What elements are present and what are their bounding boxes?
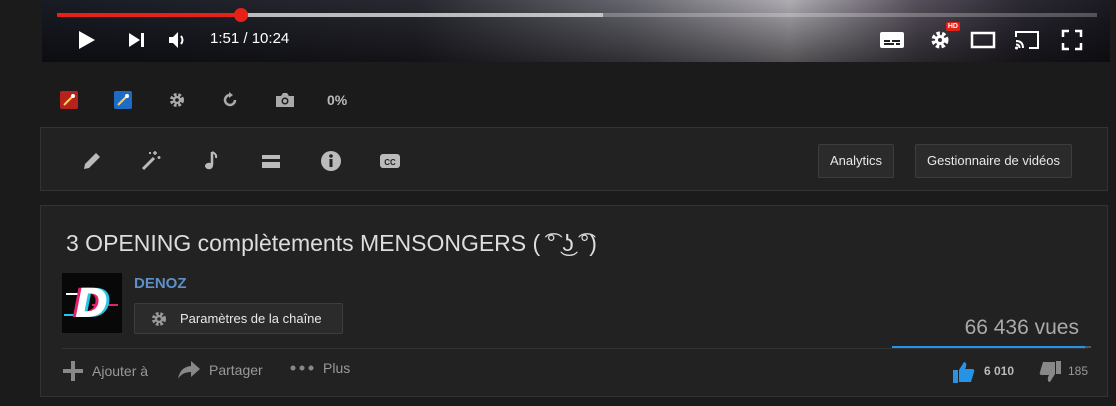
more-label: Plus	[323, 360, 351, 376]
dislike-count: 185	[1068, 364, 1089, 378]
fullscreen-button[interactable]	[1058, 27, 1086, 53]
share-label: Partager	[209, 362, 263, 378]
loop-icon[interactable]	[221, 91, 239, 114]
theater-icon	[970, 31, 996, 49]
play-button[interactable]	[76, 28, 98, 52]
time-separator: /	[243, 30, 248, 47]
divider	[62, 348, 1088, 349]
gear-icon	[150, 310, 168, 331]
next-icon	[129, 33, 144, 47]
channel-settings-button[interactable]: Paramètres de la chaîne	[134, 303, 343, 334]
plus-icon	[63, 361, 83, 381]
share-button[interactable]: Partager	[177, 360, 263, 380]
current-time: 1:51	[210, 30, 240, 47]
magic-wand-icon[interactable]	[140, 150, 162, 177]
video-manager-button[interactable]: Gestionnaire de vidéos	[915, 144, 1072, 178]
red-magic-wand-icon[interactable]	[60, 91, 78, 114]
thumbs-down-icon	[1039, 361, 1061, 382]
time-display: 1:51 / 10:24	[210, 30, 289, 47]
progress-handle[interactable]	[234, 8, 249, 22]
pencil-icon[interactable]	[81, 150, 103, 177]
duration: 10:24	[251, 30, 290, 47]
next-button[interactable]	[127, 30, 147, 50]
add-to-button[interactable]: Ajouter à	[62, 360, 148, 382]
video-info-panel: 3 OPENING complètements MENSONGERS ( ͡° …	[40, 205, 1108, 397]
settings-button[interactable]: HD	[926, 22, 960, 54]
subtitles-button[interactable]	[878, 27, 906, 53]
creator-tools-panel: CC Analytics Gestionnaire de vidéos	[40, 127, 1108, 191]
cast-button[interactable]	[1012, 27, 1042, 53]
cc-icon[interactable]: CC	[379, 150, 401, 177]
music-note-icon[interactable]	[202, 150, 220, 177]
volume-icon	[169, 32, 184, 48]
add-to-label: Ajouter à	[92, 363, 149, 379]
play-icon	[79, 31, 95, 49]
more-dots-icon	[290, 365, 314, 371]
channel-name-link[interactable]: DENOZ	[134, 275, 187, 292]
progress-bar[interactable]	[57, 8, 1097, 22]
gear-icon	[931, 31, 949, 49]
like-button[interactable]	[952, 360, 976, 389]
more-button[interactable]: Plus	[289, 360, 350, 376]
gear-icon[interactable]	[168, 91, 186, 114]
analytics-button[interactable]: Analytics	[818, 144, 895, 178]
avatar-letter: D	[75, 281, 109, 327]
svg-text:CC: CC	[384, 158, 396, 167]
card-icon[interactable]	[260, 150, 282, 177]
progress-percent: 0%	[327, 92, 348, 108]
blue-magic-wand-icon[interactable]	[114, 91, 132, 114]
hd-badge: HD	[945, 22, 960, 31]
share-icon	[178, 361, 200, 379]
volume-button[interactable]	[167, 29, 189, 51]
fullscreen-icon	[1061, 29, 1083, 51]
channel-settings-label: Paramètres de la chaîne	[180, 311, 322, 326]
info-icon[interactable]	[320, 150, 342, 177]
video-title: 3 OPENING complètements MENSONGERS ( ͡° …	[66, 230, 597, 256]
dislike-button[interactable]	[1038, 360, 1062, 389]
played-bar	[57, 13, 242, 17]
cast-icon	[1015, 31, 1039, 50]
view-count: 66 436 vues	[964, 316, 1079, 339]
video-player[interactable]: 1:51 / 10:24 HD	[42, 0, 1110, 62]
thumbs-up-icon	[953, 362, 975, 383]
channel-avatar[interactable]: D	[62, 273, 122, 333]
theater-mode-button[interactable]	[968, 28, 998, 52]
subtitles-icon	[880, 32, 904, 48]
like-count: 6 010	[984, 364, 1015, 378]
extension-toolbar: 0%	[42, 80, 442, 120]
camera-icon[interactable]	[275, 91, 295, 114]
